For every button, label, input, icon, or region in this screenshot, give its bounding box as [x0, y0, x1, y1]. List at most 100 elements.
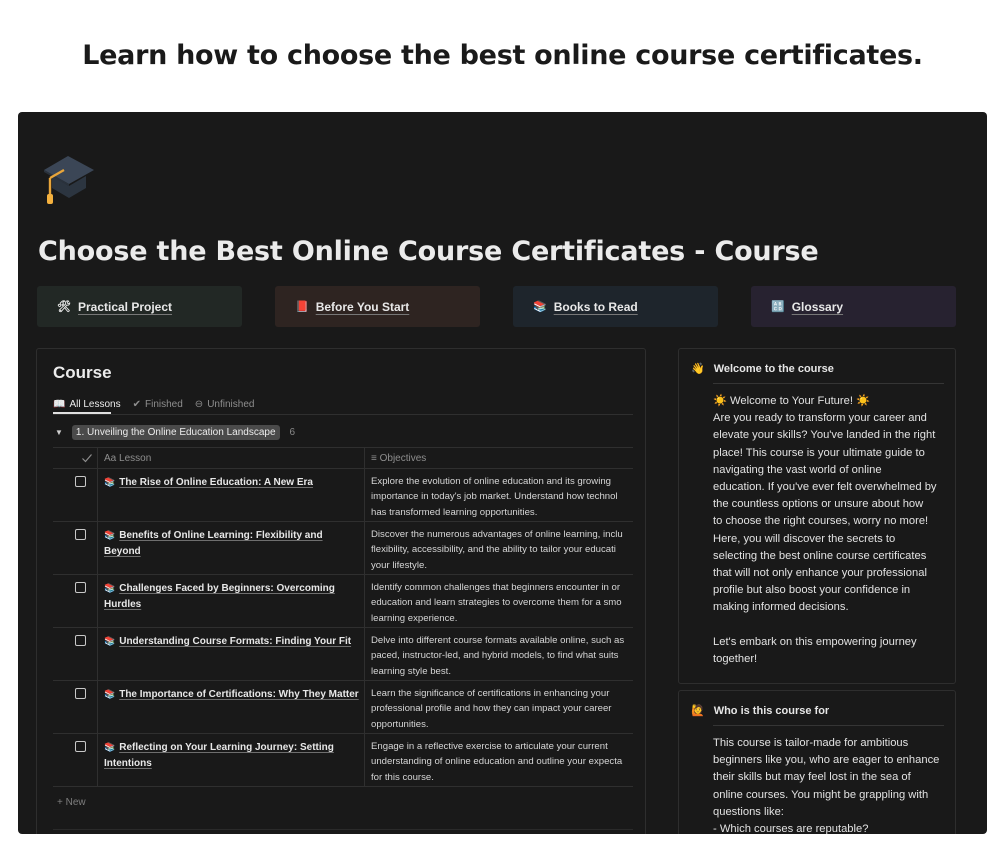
minus-circle-icon: ⊖	[194, 398, 204, 410]
tab-all-lessons[interactable]: 📖 All Lessons	[53, 395, 121, 413]
table-row[interactable]: 📚 The Importance of Certifications: Why T…	[53, 681, 633, 734]
column-divider	[97, 448, 98, 468]
column-divider	[97, 522, 98, 574]
lesson-checkbox[interactable]	[75, 635, 86, 646]
books-icon: 📚	[104, 530, 116, 540]
column-divider	[364, 681, 365, 733]
table-row[interactable]: 📚 Reflecting on Your Learning Journey: Se…	[53, 734, 633, 787]
practical-project-link[interactable]: 🛠 Practical Project	[37, 286, 242, 327]
check-circle-icon: ✔	[132, 398, 141, 410]
lessons-table: Aa Lesson ≡ Objectives 📚 The Rise of Onli…	[53, 447, 633, 787]
welcome-title: Welcome to the course	[713, 362, 834, 375]
group-label: 1. Unveiling the Online Education Landsc…	[71, 425, 280, 440]
column-label: Lesson	[119, 453, 152, 464]
notion-window: Choose the Best Online Course Certificat…	[18, 112, 987, 834]
graduation-cap-icon	[44, 156, 94, 204]
tab-label: All Lessons	[69, 398, 121, 410]
lesson-objective: Learn the significance of certifications…	[371, 688, 612, 730]
column-header-objectives[interactable]: ≡ Objectives	[371, 453, 426, 464]
books-icon: 📚	[104, 689, 116, 699]
table-header: Aa Lesson ≡ Objectives	[53, 447, 633, 469]
horizontal-scrollbar[interactable]	[53, 829, 633, 830]
abc-icon: 🔠	[771, 301, 785, 313]
table-row[interactable]: 📚 Benefits of Online Learning: Flexibilit…	[53, 522, 633, 575]
who-for-callout: 🙋 Who is this course for This course is …	[678, 690, 956, 834]
books-icon: 📚	[104, 477, 116, 487]
books-to-read-link[interactable]: 📚 Books to Read	[513, 286, 718, 327]
group-count: 6	[289, 427, 296, 438]
column-divider	[364, 469, 365, 521]
column-label: Objectives	[379, 453, 427, 464]
column-divider	[97, 575, 98, 627]
raising-hand-icon: 🙋	[691, 705, 705, 717]
lesson-checkbox[interactable]	[75, 529, 86, 540]
welcome-heading[interactable]: 👋 Welcome to the course	[691, 362, 834, 376]
before-you-start-link[interactable]: 📕 Before You Start	[275, 286, 480, 327]
course-title: Course	[53, 363, 112, 382]
who-for-title: Who is this course for	[713, 704, 830, 717]
table-row[interactable]: 📚 Challenges Faced by Beginners: Overcomi…	[53, 575, 633, 628]
checkmark-icon	[82, 454, 92, 463]
lesson-title[interactable]: 📚 Challenges Faced by Beginners: Overcomi…	[104, 580, 360, 613]
link-label: Books to Read	[553, 299, 638, 314]
lesson-title[interactable]: 📚 Understanding Course Formats: Finding Y…	[104, 633, 360, 650]
column-divider	[364, 448, 365, 468]
column-divider	[97, 469, 98, 521]
lesson-title[interactable]: 📚 The Rise of Online Education: A New Era	[104, 474, 360, 491]
glossary-link[interactable]: 🔠 Glossary	[751, 286, 956, 327]
tab-label: Finished	[144, 398, 183, 410]
welcome-text: ☀️ Welcome to Your Future! ☀️ Are you re…	[713, 395, 937, 665]
who-for-heading[interactable]: 🙋 Who is this course for	[691, 704, 830, 718]
lesson-objective: Explore the evolution of online educatio…	[371, 476, 618, 518]
open-book-icon: 📖	[53, 398, 66, 410]
red-book-icon: 📕	[295, 301, 309, 313]
column-divider	[364, 575, 365, 627]
new-row-button[interactable]: + New	[57, 797, 86, 808]
column-header-lesson[interactable]: Aa Lesson	[104, 453, 151, 464]
link-label: Before You Start	[315, 299, 410, 314]
column-divider	[97, 628, 98, 680]
welcome-callout: 👋 Welcome to the course ☀️ Welcome to Yo…	[678, 348, 956, 684]
column-divider	[364, 734, 365, 786]
lesson-objective: Engage in a reflective exercise to artic…	[371, 741, 623, 783]
books-icon: 📚	[104, 583, 116, 593]
link-label: Glossary	[791, 299, 844, 314]
column-divider	[364, 628, 365, 680]
triangle-down-icon[interactable]: ▼	[55, 428, 63, 437]
course-database: Course 📖 All Lessons ✔ Finished ⊖ Unfini…	[36, 348, 646, 834]
lesson-objective: Delve into different course formats avai…	[371, 635, 625, 677]
column-divider	[97, 681, 98, 733]
tab-label: Unfinished	[207, 398, 255, 410]
tabs-divider	[53, 414, 633, 415]
lesson-checkbox[interactable]	[75, 741, 86, 752]
lesson-objective: Discover the numerous advantages of onli…	[371, 529, 623, 571]
lesson-checkbox[interactable]	[75, 688, 86, 699]
who-for-text: This course is tailor-made for ambitious…	[713, 737, 940, 834]
lesson-title[interactable]: 📚 The Importance of Certifications: Why T…	[104, 686, 360, 703]
column-divider	[97, 734, 98, 786]
table-row[interactable]: 📚 The Rise of Online Education: A New Era…	[53, 469, 633, 522]
heading-divider	[713, 383, 944, 384]
page-title: Choose the Best Online Course Certificat…	[38, 236, 819, 267]
table-row[interactable]: 📚 Understanding Course Formats: Finding Y…	[53, 628, 633, 681]
view-tabs: 📖 All Lessons ✔ Finished ⊖ Unfinished	[53, 395, 254, 413]
lesson-checkbox[interactable]	[75, 582, 86, 593]
books-icon: 📚	[104, 742, 116, 752]
link-label: Practical Project	[77, 299, 173, 314]
heading-divider	[713, 725, 944, 726]
lesson-title[interactable]: 📚 Reflecting on Your Learning Journey: Se…	[104, 739, 360, 772]
waving-hand-icon: 👋	[691, 363, 705, 375]
tab-finished[interactable]: ✔ Finished	[133, 395, 183, 413]
tab-unfinished[interactable]: ⊖ Unfinished	[195, 395, 255, 413]
books-icon: 📚	[533, 301, 547, 313]
tools-icon: 🛠	[57, 301, 71, 313]
text-property-icon: Aa	[104, 453, 117, 464]
lines-icon: ≡	[371, 453, 377, 464]
lesson-checkbox[interactable]	[75, 476, 86, 487]
lesson-title[interactable]: 📚 Benefits of Online Learning: Flexibilit…	[104, 527, 360, 560]
lesson-objective: Identify common challenges that beginner…	[371, 582, 622, 624]
group-header[interactable]: ▼ 1. Unveiling the Online Education Land…	[53, 425, 295, 440]
books-icon: 📚	[104, 636, 116, 646]
column-divider	[364, 522, 365, 574]
page-headline: Learn how to choose the best online cour…	[82, 40, 923, 71]
